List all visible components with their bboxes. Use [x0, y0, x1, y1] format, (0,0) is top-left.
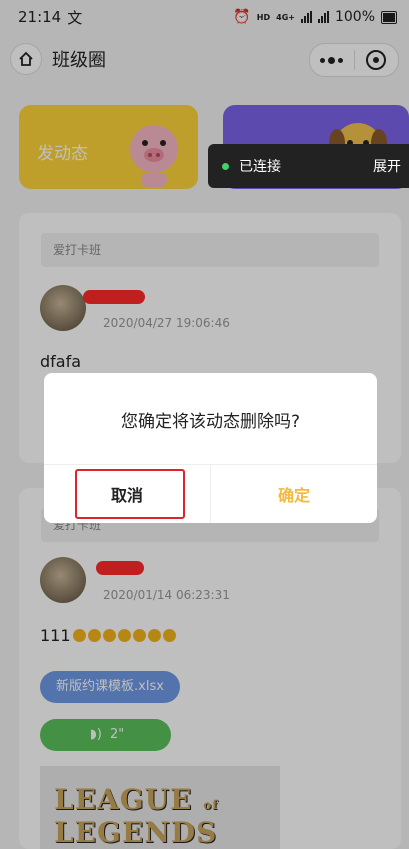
connection-status: 已连接 [239, 159, 281, 175]
cancel-highlight-box [75, 469, 185, 519]
dialog-message: 您确定将该动态删除吗? [120, 411, 301, 432]
connected-dot-icon [222, 162, 229, 170]
confirm-button[interactable]: 确定 [210, 465, 377, 523]
expand-button[interactable]: 展开 [373, 156, 401, 176]
connection-toast: 已连接 展开 [208, 144, 409, 188]
